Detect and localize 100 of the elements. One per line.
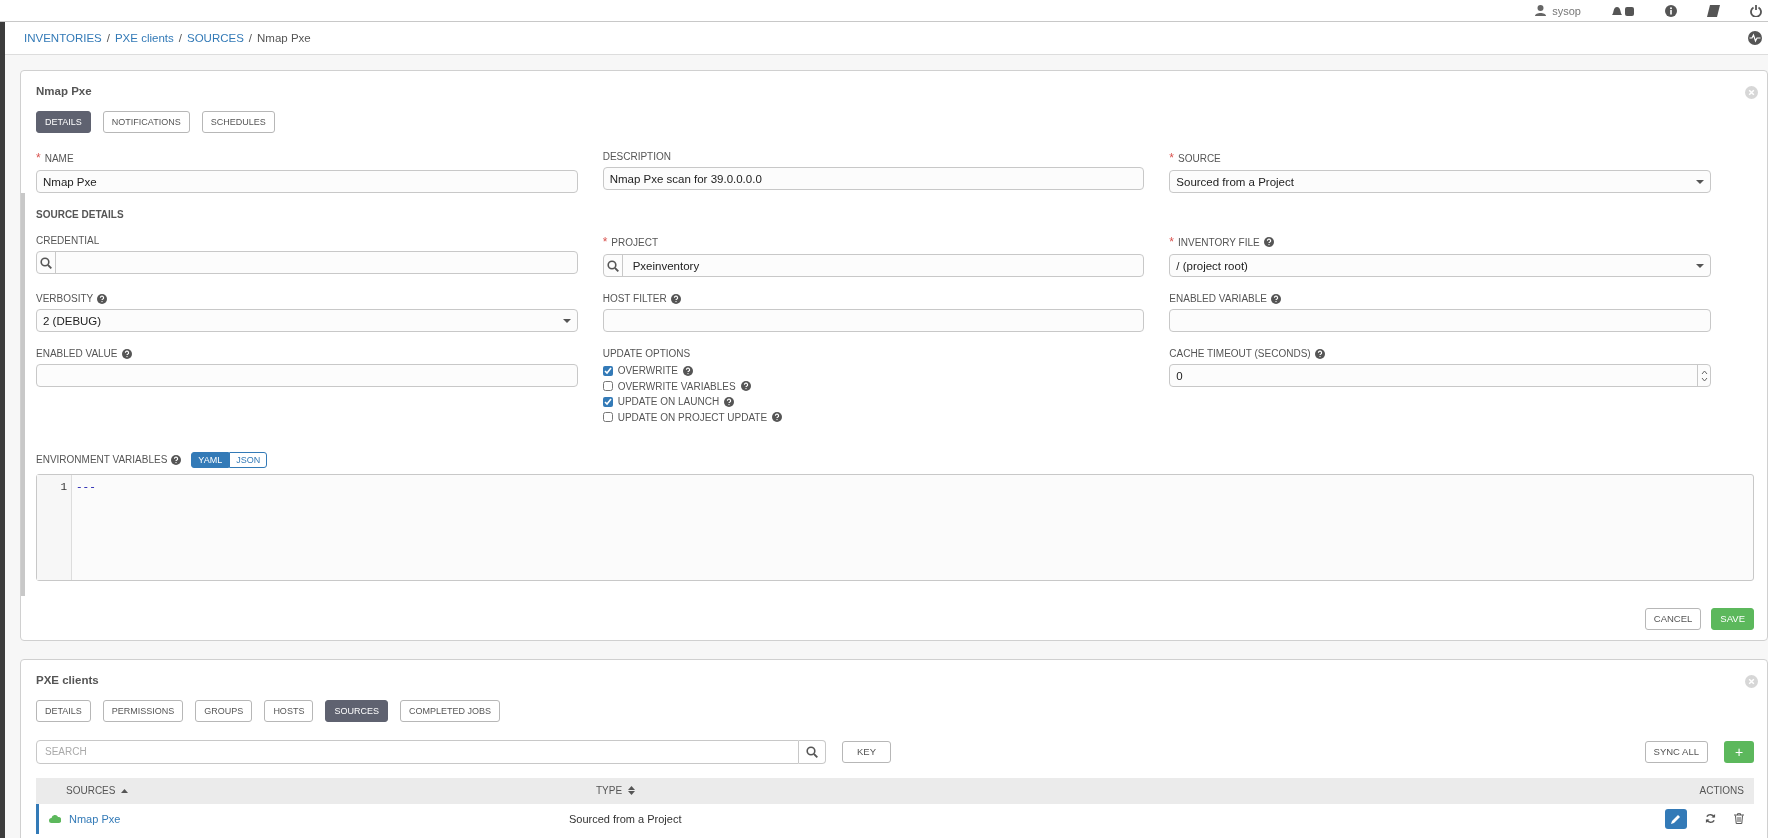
bell-icon[interactable] bbox=[1611, 4, 1635, 17]
breadcrumb-separator: / bbox=[178, 32, 182, 44]
cancel-button[interactable]: CANCEL bbox=[1644, 607, 1702, 630]
field-label: CREDENTIAL bbox=[36, 235, 100, 246]
field-label: CACHE TIMEOUT (SECONDS) bbox=[1169, 348, 1311, 359]
code-line: --- bbox=[76, 480, 96, 493]
mode-toggle[interactable]: YAML bbox=[191, 451, 230, 468]
field-label: ENABLED VARIABLE bbox=[1169, 293, 1267, 304]
cloud-icon bbox=[49, 814, 61, 823]
spinner-icon[interactable] bbox=[1701, 368, 1708, 383]
field-label: DESCRIPTION bbox=[602, 151, 671, 162]
checkbox-label: OVERWRITE VARIABLES bbox=[617, 380, 736, 392]
sync-icon[interactable] bbox=[1705, 813, 1716, 824]
mode-toggle[interactable]: JSON bbox=[229, 451, 268, 468]
help-icon[interactable] bbox=[171, 454, 182, 465]
card-title: Nmap Pxe bbox=[36, 85, 93, 97]
field-label: INVENTORY FILE bbox=[1178, 236, 1260, 248]
help-icon[interactable] bbox=[772, 412, 783, 422]
sort-icon[interactable] bbox=[628, 786, 636, 795]
column-header[interactable]: ACTIONS bbox=[1699, 785, 1744, 796]
checkbox-label: UPDATE ON LAUNCH bbox=[617, 396, 720, 407]
sort-up-icon[interactable] bbox=[121, 788, 129, 793]
table-row[interactable]: Nmap Pxe Sourced from a Project bbox=[36, 803, 1754, 834]
caret-icon bbox=[562, 318, 571, 323]
required-mark: * bbox=[36, 151, 41, 165]
caret-icon bbox=[1696, 179, 1704, 184]
help-icon[interactable] bbox=[1314, 348, 1325, 359]
breadcrumb-link[interactable]: SOURCES bbox=[186, 32, 244, 44]
breadcrumb-separator: / bbox=[106, 32, 110, 44]
required-mark: * bbox=[1169, 151, 1174, 165]
info-icon[interactable] bbox=[1665, 4, 1677, 17]
section-title: SOURCE DETAILS bbox=[36, 209, 125, 220]
dropdown[interactable]: Sourced from a Project bbox=[1169, 170, 1711, 193]
tab[interactable]: COMPLETED JOBS bbox=[399, 699, 500, 722]
lookup-field[interactable] bbox=[36, 251, 578, 274]
search-icon[interactable] bbox=[40, 256, 52, 269]
checkbox[interactable] bbox=[602, 412, 613, 422]
column-header[interactable]: TYPE bbox=[596, 785, 623, 796]
field-label: UPDATE OPTIONS bbox=[602, 348, 691, 359]
pencil-icon bbox=[1671, 813, 1681, 824]
column-header[interactable]: SOURCES bbox=[66, 785, 116, 796]
text-field[interactable] bbox=[1169, 309, 1711, 332]
caret-icon bbox=[1696, 263, 1704, 268]
code-editor[interactable]: 1 --- bbox=[36, 473, 1754, 581]
activity-icon[interactable] bbox=[1748, 31, 1762, 45]
checkbox[interactable] bbox=[602, 365, 613, 376]
search-field[interactable]: SEARCH bbox=[36, 739, 799, 764]
checkbox[interactable] bbox=[602, 396, 613, 407]
trash-icon[interactable] bbox=[1734, 813, 1744, 824]
user-icon[interactable] bbox=[1535, 5, 1547, 16]
user-name[interactable]: sysop bbox=[1552, 4, 1581, 17]
help-icon[interactable] bbox=[740, 381, 751, 391]
tab[interactable]: HOSTS bbox=[264, 699, 314, 722]
source-link[interactable]: Nmap Pxe bbox=[69, 812, 121, 825]
table-cell-text: Sourced from a Project bbox=[569, 812, 683, 825]
tab[interactable]: SOURCES bbox=[325, 699, 388, 722]
checkbox-label: UPDATE ON PROJECT UPDATE bbox=[617, 411, 768, 423]
field-label: PROJECT bbox=[611, 236, 658, 248]
help-icon[interactable] bbox=[121, 348, 132, 359]
checkbox-label: OVERWRITE bbox=[617, 365, 679, 376]
power-icon[interactable] bbox=[1750, 4, 1762, 17]
field-label: HOST FILTER bbox=[602, 293, 667, 304]
field-label: NAME bbox=[44, 152, 74, 164]
help-icon[interactable] bbox=[1263, 237, 1274, 247]
search-icon[interactable] bbox=[606, 259, 619, 272]
tab[interactable]: DETAILS bbox=[36, 111, 91, 133]
help-icon[interactable] bbox=[1270, 293, 1281, 304]
edit-button[interactable] bbox=[1665, 808, 1687, 829]
dropdown[interactable]: / (project root) bbox=[1169, 254, 1711, 277]
sync-all-button[interactable]: SYNC ALL bbox=[1644, 740, 1708, 763]
text-field[interactable] bbox=[602, 309, 1145, 332]
help-icon[interactable] bbox=[724, 396, 735, 407]
lookup-field[interactable]: Pxeinventory bbox=[602, 254, 1145, 277]
field-label: ENABLED VALUE bbox=[36, 348, 118, 359]
text-field[interactable]: Nmap Pxe bbox=[36, 170, 578, 193]
help-icon[interactable] bbox=[97, 293, 108, 304]
checkbox[interactable] bbox=[602, 381, 613, 391]
breadcrumb-link[interactable]: INVENTORIES bbox=[24, 32, 102, 44]
tab[interactable]: SCHEDULES bbox=[201, 111, 275, 133]
dropdown[interactable]: 2 (DEBUG) bbox=[36, 309, 578, 332]
breadcrumb-link[interactable]: PXE clients bbox=[114, 32, 174, 44]
required-mark: * bbox=[1169, 235, 1174, 249]
help-icon[interactable] bbox=[670, 293, 681, 304]
book-icon[interactable] bbox=[1707, 4, 1720, 17]
tab[interactable]: GROUPS bbox=[195, 699, 253, 722]
required-mark: * bbox=[602, 235, 608, 249]
tab[interactable]: PERMISSIONS bbox=[102, 699, 184, 722]
help-icon[interactable] bbox=[683, 365, 694, 376]
search-icon[interactable] bbox=[806, 745, 818, 758]
field-label: VERBOSITY bbox=[36, 293, 94, 304]
breadcrumb-separator: / bbox=[248, 32, 253, 44]
line-number: 1 bbox=[59, 480, 67, 493]
breadcrumb-current: Nmap Pxe bbox=[257, 32, 311, 44]
tab[interactable]: NOTIFICATIONS bbox=[102, 111, 190, 133]
number-field[interactable]: 0 bbox=[1169, 364, 1711, 387]
text-field[interactable] bbox=[36, 364, 578, 387]
search-button[interactable] bbox=[799, 739, 826, 764]
tab[interactable]: DETAILS bbox=[36, 699, 91, 722]
key-button[interactable]: KEY bbox=[842, 740, 891, 763]
text-field[interactable]: Nmap Pxe scan for 39.0.0.0.0 bbox=[602, 167, 1145, 190]
